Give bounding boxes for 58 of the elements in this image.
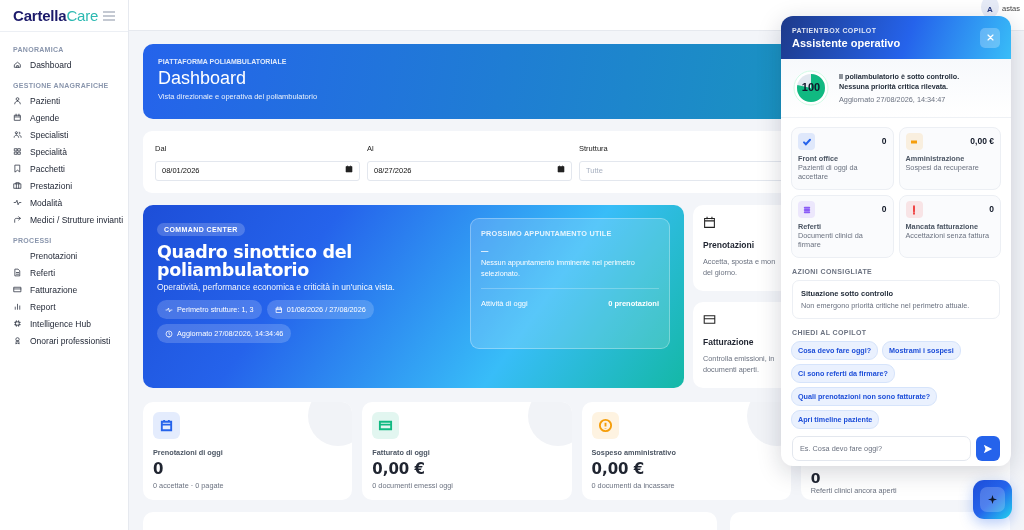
calendar-icon[interactable] (557, 165, 565, 173)
close-icon (986, 34, 994, 41)
copilot-title: Assistente operativo (792, 36, 901, 49)
kpi-value: 0,00 € (372, 459, 426, 478)
logo-text: CartellaCare (13, 7, 99, 24)
sparkle-icon (988, 495, 997, 504)
nav-icon (13, 96, 22, 105)
copilot-fab-button[interactable] (973, 480, 1012, 519)
command-center-title: Quadro sinottico del poliambulatorio (157, 242, 353, 280)
nav-icon (13, 60, 22, 69)
nav-item[interactable]: Modalità (13, 194, 128, 211)
tile-value: 0 (881, 136, 887, 146)
page-title: Dashboard (158, 68, 247, 89)
card-icon (703, 312, 716, 326)
nav-icon (13, 147, 22, 156)
send-button[interactable] (976, 436, 1000, 461)
nav-item[interactable]: Intelligence Hub (13, 315, 128, 332)
nav-icon (13, 302, 22, 311)
kpi-value: 0 (810, 470, 822, 485)
nav-item[interactable]: Prenotazioni (13, 247, 128, 264)
nav-icon (13, 268, 22, 277)
nav-icon (13, 336, 22, 345)
quick-card-title: Prenotazioni (703, 239, 754, 250)
nav-item[interactable]: Pazienti (13, 92, 128, 109)
command-center-subtitle: Operatività, performance economica e criticità in un'unica vista. (157, 282, 396, 293)
chip-icon (274, 305, 283, 314)
tile-value: 0 (881, 204, 887, 214)
nav-item[interactable]: Medici / Strutture invianti (13, 211, 128, 228)
nav-icon (13, 198, 22, 207)
quick-card-title: Fatturazione (703, 336, 754, 347)
calendar-icon[interactable] (345, 165, 353, 173)
nav-item[interactable]: Onorari professionisti (13, 332, 128, 349)
nav-item[interactable]: Fatturazione (13, 281, 128, 298)
nav-icon (13, 113, 22, 122)
close-button[interactable] (980, 27, 1000, 48)
score-value: 100 (800, 81, 822, 93)
nav-item[interactable]: Report (13, 298, 128, 315)
nav-item[interactable]: Dashboard (13, 56, 128, 73)
card-icon (703, 215, 716, 229)
nav-icon (13, 285, 22, 294)
nav-icon (13, 181, 22, 190)
nav-item[interactable]: Pacchetti (13, 160, 128, 177)
nav-item[interactable]: Agende (13, 109, 128, 126)
nav-item[interactable]: Specialità (13, 143, 128, 160)
nav-item[interactable]: Referti (13, 264, 128, 281)
tile-value: 0,00 € (970, 136, 994, 146)
nav-icon (13, 319, 22, 328)
kpi-value: 0,00 € (591, 459, 646, 478)
chip-icon (165, 305, 173, 314)
nav-item[interactable]: Specialisti (13, 126, 128, 143)
kpi-value: 0 (153, 459, 165, 478)
nav-icon (13, 215, 22, 224)
nav-item[interactable]: Prestazioni (13, 177, 128, 194)
tile-value: 0 (989, 204, 994, 214)
nav-icon (13, 130, 22, 139)
chip-icon (165, 329, 173, 338)
send-icon (983, 443, 993, 454)
nav-icon (13, 164, 22, 173)
